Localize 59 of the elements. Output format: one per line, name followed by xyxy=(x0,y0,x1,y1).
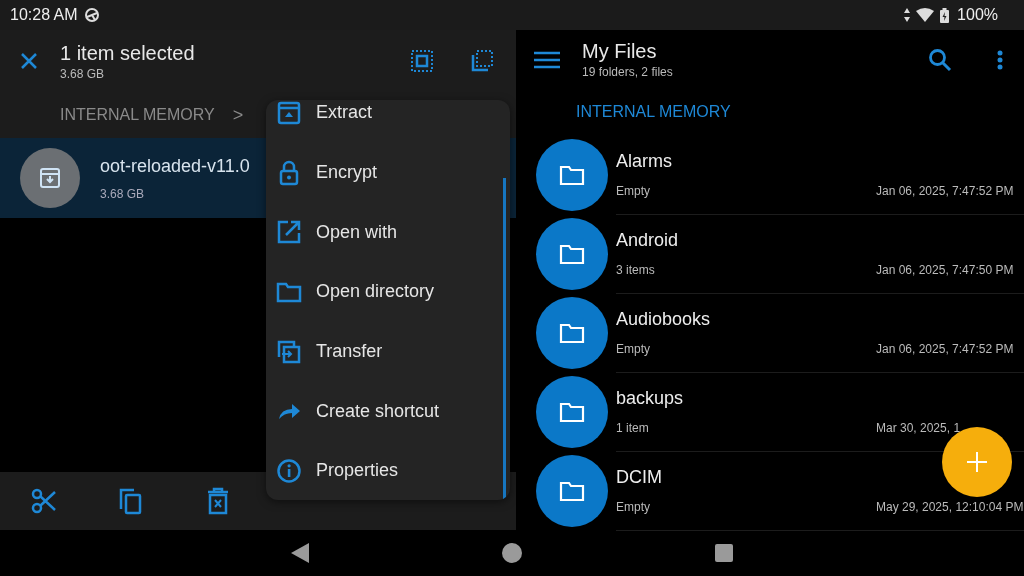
more-icon xyxy=(997,49,1003,70)
file-name: oot-reloaded-v11.0 xyxy=(100,155,250,177)
folder-row[interactable]: Android 3 items Jan 06, 2025, 7:47:50 PM xyxy=(516,214,1024,293)
folder-info: Empty xyxy=(616,499,650,514)
folder-info: 1 item xyxy=(616,420,649,435)
status-time: 10:28 AM xyxy=(10,6,78,24)
cut-button[interactable] xyxy=(30,486,58,516)
menu-item[interactable]: Transfer xyxy=(266,321,510,382)
folder-summary: 19 folders, 2 files xyxy=(582,65,674,80)
folder-name: Android xyxy=(616,229,680,251)
folder-name: backups xyxy=(616,387,685,409)
menu-button[interactable] xyxy=(534,50,560,69)
close-button[interactable] xyxy=(20,52,38,70)
archive-icon xyxy=(20,148,80,208)
app-title: My Files xyxy=(582,40,658,64)
menu-icon xyxy=(534,50,560,69)
folder-date: Jan 06, 2025, 7:47:50 PM xyxy=(876,262,1015,277)
data-arrows-icon xyxy=(904,8,911,22)
sync-icon xyxy=(83,7,100,23)
copy-icon xyxy=(118,487,144,515)
folder-row[interactable]: Alarms Empty Jan 06, 2025, 7:47:52 PM xyxy=(516,135,1024,214)
external-link-icon xyxy=(276,219,302,246)
menu-item[interactable]: Properties xyxy=(266,441,510,500)
search-icon xyxy=(928,47,952,72)
location-label: INTERNAL MEMORY xyxy=(575,102,732,123)
folder-date: Mar 30, 2025, 1 xyxy=(876,420,962,435)
folder-date: Jan 06, 2025, 7:47:52 PM xyxy=(876,341,1015,356)
scissors-icon xyxy=(31,488,57,514)
trash-icon xyxy=(207,487,229,515)
folder-row[interactable]: Audiobooks Empty Jan 06, 2025, 7:47:52 PM xyxy=(516,293,1024,372)
menu-item[interactable]: Open directory xyxy=(266,262,510,322)
folder-name: Audiobooks xyxy=(616,308,712,330)
folder-info: Empty xyxy=(616,183,650,198)
breadcrumb-item[interactable]: INTERNAL MEMORY xyxy=(60,106,215,124)
plus-icon xyxy=(966,451,988,473)
menu-item[interactable]: Create shortcut xyxy=(266,381,510,442)
transfer-icon xyxy=(276,338,302,365)
selection-size: 3.68 GB xyxy=(60,66,106,81)
breadcrumb-separator: > xyxy=(232,104,244,126)
file-size: 3.68 GB xyxy=(100,186,146,201)
folder-name: Alarms xyxy=(616,150,673,172)
folder-date: May 29, 2025, 12:10:04 PM xyxy=(876,499,1024,514)
recents-icon[interactable] xyxy=(714,544,733,562)
back-icon[interactable] xyxy=(291,543,310,563)
select-all-icon xyxy=(410,49,434,73)
folder-name: DCIM xyxy=(616,466,663,488)
wifi-icon xyxy=(916,8,935,22)
battery-level: 100% xyxy=(957,6,998,24)
folder-info: Empty xyxy=(616,341,650,356)
info-icon xyxy=(276,457,302,484)
folder-info: 3 items xyxy=(616,262,655,277)
menu-item[interactable]: Encrypt xyxy=(266,142,510,203)
battery-icon xyxy=(940,7,950,23)
selection-title: 1 item selected xyxy=(60,41,196,65)
archive-icon xyxy=(276,100,302,126)
home-icon[interactable] xyxy=(502,543,522,563)
invert-selection-icon xyxy=(470,49,494,73)
folder-date: Jan 06, 2025, 7:47:52 PM xyxy=(876,183,1015,198)
close-icon xyxy=(20,52,38,70)
